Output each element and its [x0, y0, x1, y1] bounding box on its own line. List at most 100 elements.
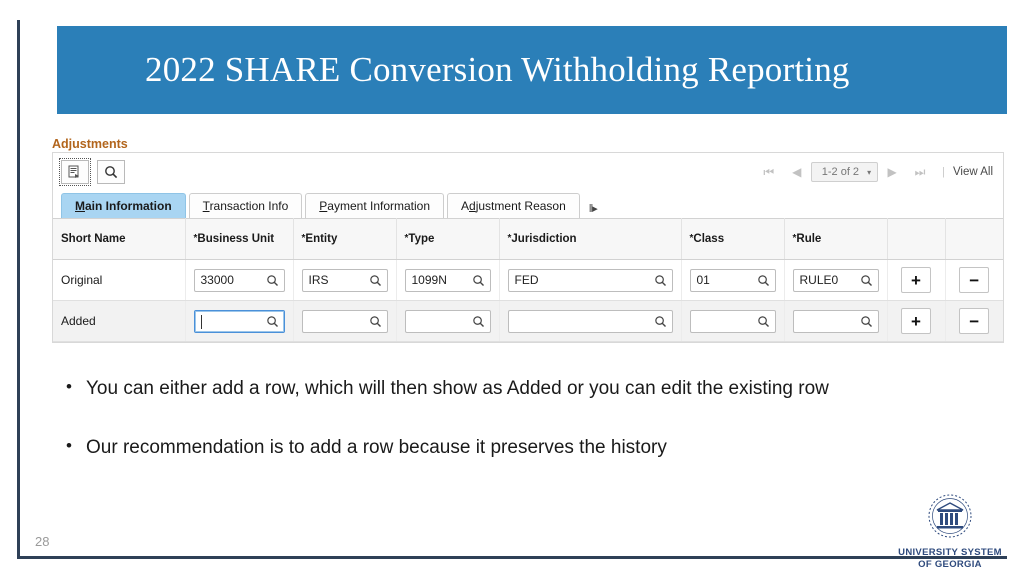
class-value: 01	[696, 272, 710, 287]
view-all-link[interactable]: View All	[953, 166, 995, 178]
bullet-marker-icon: •	[66, 436, 72, 456]
col-header-class-label: Class	[693, 233, 725, 245]
cell-type	[396, 300, 500, 342]
cell-remove-row: −	[945, 259, 1003, 301]
cell-rule: RULE0	[784, 259, 888, 301]
pager-range-label: 1-2 of 2	[821, 166, 860, 178]
chevron-down-icon: ▾	[867, 167, 872, 177]
adjustments-table: Short Name *Business Unit *Entity *Type …	[53, 218, 1003, 342]
lookup-search-icon[interactable]	[654, 314, 667, 332]
section-label-adjustments: Adjustments	[52, 137, 128, 151]
tab-adjustment-reason-label: Adjustment Reason	[461, 199, 566, 213]
pager-next-button[interactable]: ▶	[878, 166, 906, 178]
cell-entity	[293, 300, 397, 342]
bullet-marker-icon: •	[66, 377, 72, 396]
cell-rule	[784, 300, 888, 342]
short-name-value: Original	[61, 273, 103, 287]
short-name-value: Added	[61, 314, 96, 328]
cell-short-name: Original	[53, 259, 186, 301]
cell-add-row: +	[887, 300, 946, 342]
slide-frame-left-rule	[17, 20, 20, 558]
col-header-add	[887, 218, 946, 260]
remove-row-button[interactable]: −	[959, 308, 990, 334]
col-header-short-name: Short Name	[53, 218, 186, 260]
tabs-more-icon[interactable]: ‖▸	[583, 202, 601, 218]
col-header-type: *Type	[396, 218, 500, 260]
list-item: • You can either add a row, which will t…	[58, 374, 938, 403]
remove-row-button[interactable]: −	[959, 267, 990, 293]
cell-short-name: Added	[53, 300, 186, 342]
lookup-search-icon[interactable]	[860, 314, 873, 332]
lookup-search-icon[interactable]	[757, 273, 770, 291]
jurisdiction-value: FED	[514, 272, 539, 287]
slide-title-banner: 2022 SHARE Conversion Withholding Report…	[57, 26, 1007, 114]
pager-first-button[interactable]: ⏮	[755, 166, 783, 178]
cell-business-unit	[185, 300, 294, 342]
col-header-rule-label: Rule	[796, 233, 822, 245]
lookup-search-icon[interactable]	[860, 273, 873, 291]
col-header-rule: *Rule	[784, 218, 888, 260]
tab-transaction-info[interactable]: Transaction Info	[188, 193, 303, 218]
cell-add-row: +	[887, 259, 946, 301]
slide-number: 28	[35, 534, 50, 549]
table-row: Added + −	[53, 300, 1003, 342]
col-header-jurisdiction-label: Jurisdiction	[511, 233, 577, 245]
tab-payment-information-label: Payment Information	[319, 199, 431, 213]
lookup-search-icon[interactable]	[369, 273, 382, 291]
add-row-button[interactable]: +	[901, 308, 931, 334]
col-header-type-label: Type	[408, 233, 435, 245]
rule-lookup-field[interactable]: RULE0	[792, 268, 879, 292]
usg-seal-icon	[898, 492, 1002, 547]
university-system-of-georgia-logo: UNIVERSITY SYSTEM OF GEORGIA	[898, 492, 1002, 571]
col-header-business-unit: *Business Unit	[185, 218, 294, 260]
pager-last-button[interactable]: ⏭	[906, 166, 934, 178]
col-header-remove	[945, 218, 1003, 260]
cell-jurisdiction: FED	[499, 259, 682, 301]
tab-adjustment-reason[interactable]: Adjustment Reason	[447, 193, 580, 218]
entity-lookup-field[interactable]: IRS	[301, 268, 388, 292]
grid-personalize-icon	[68, 165, 82, 179]
lookup-search-icon[interactable]	[654, 273, 667, 291]
lookup-search-icon[interactable]	[266, 314, 279, 332]
lookup-search-icon[interactable]	[369, 314, 382, 332]
col-header-entity-label: Entity	[305, 233, 338, 245]
type-lookup-field[interactable]: 1099N	[404, 268, 491, 292]
grid-pagination: ⏮ ◀ 1-2 of 2 ▾ ▶ ⏭ | View All	[755, 153, 995, 191]
pager-prev-button[interactable]: ◀	[783, 166, 811, 178]
col-header-jurisdiction: *Jurisdiction	[499, 218, 682, 260]
grid-find-button[interactable]	[97, 160, 125, 184]
bullet-list: • You can either add a row, which will t…	[58, 374, 938, 493]
pager-divider: |	[942, 166, 945, 178]
lookup-search-icon[interactable]	[472, 273, 485, 291]
lookup-search-icon[interactable]	[757, 314, 770, 332]
entity-lookup-field[interactable]	[301, 309, 388, 333]
add-row-button[interactable]: +	[901, 267, 931, 293]
grid-personalize-button[interactable]	[59, 158, 91, 186]
type-lookup-field[interactable]	[404, 309, 491, 333]
lookup-search-icon[interactable]	[472, 314, 485, 332]
cell-class: 01	[681, 259, 785, 301]
tab-main-information[interactable]: Main Information	[61, 193, 186, 218]
tab-main-information-label: Main Information	[75, 199, 172, 213]
cell-business-unit: 33000	[185, 259, 294, 301]
business-unit-lookup-field[interactable]: 33000	[193, 268, 285, 292]
col-header-entity: *Entity	[293, 218, 397, 260]
type-value: 1099N	[411, 272, 447, 287]
pager-range-select[interactable]: 1-2 of 2 ▾	[810, 162, 879, 182]
entity-value: IRS	[308, 272, 329, 287]
col-header-business-unit-label: Business Unit	[197, 233, 275, 245]
class-lookup-field[interactable]: 01	[689, 268, 776, 292]
jurisdiction-lookup-field[interactable]	[507, 309, 673, 333]
tab-payment-information[interactable]: Payment Information	[305, 193, 445, 218]
jurisdiction-lookup-field[interactable]: FED	[507, 268, 673, 292]
lookup-search-icon[interactable]	[266, 273, 279, 291]
cell-type: 1099N	[396, 259, 500, 301]
col-header-class: *Class	[681, 218, 785, 260]
rule-lookup-field[interactable]	[792, 309, 879, 333]
bullet-text: You can either add a row, which will the…	[86, 378, 829, 399]
class-lookup-field[interactable]	[689, 309, 776, 333]
table-row: Original 33000 IRS 1099N FED 01 RULE0 + …	[53, 259, 1003, 301]
business-unit-lookup-field[interactable]	[193, 309, 285, 333]
search-icon	[104, 165, 118, 179]
rule-value: RULE0	[799, 272, 839, 287]
